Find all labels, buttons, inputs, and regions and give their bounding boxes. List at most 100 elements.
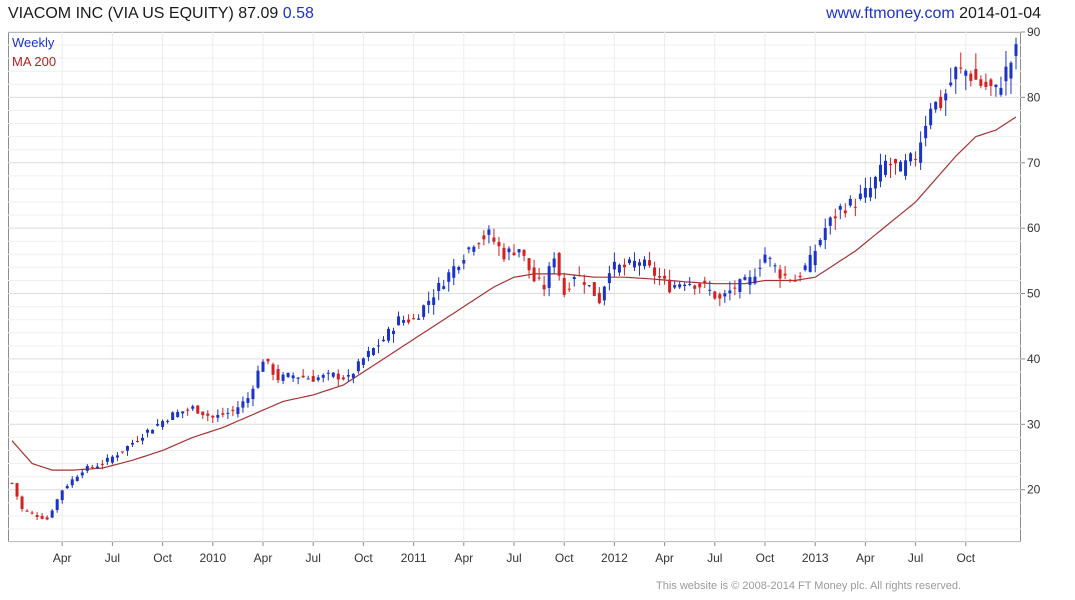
candle-body xyxy=(683,284,687,287)
legend-ma200: MA 200 xyxy=(12,54,57,69)
candle-body xyxy=(90,466,94,468)
candle-body xyxy=(768,257,772,259)
candle-body xyxy=(351,373,355,378)
x-tick-label: Apr xyxy=(856,551,875,565)
candle-body xyxy=(939,96,943,109)
candle-body xyxy=(201,411,205,416)
candle-body xyxy=(557,252,561,276)
candle-body xyxy=(341,377,345,380)
candle-body xyxy=(261,361,265,372)
x-tick-label: Apr xyxy=(655,551,674,565)
candle-body xyxy=(693,285,697,289)
candle-body xyxy=(497,241,501,247)
candle-body xyxy=(457,266,461,271)
candle-body xyxy=(45,517,49,520)
candle-body xyxy=(376,345,380,347)
candle-body xyxy=(422,305,426,317)
candle-body xyxy=(984,81,988,87)
candle-body xyxy=(828,217,832,226)
candle-body xyxy=(964,70,968,76)
candle-body xyxy=(512,252,516,256)
candle-body xyxy=(371,348,375,355)
candle-body xyxy=(397,316,401,326)
candle-body xyxy=(673,285,677,288)
candle-body xyxy=(833,216,837,219)
candle-body xyxy=(517,249,521,253)
candle-body xyxy=(361,358,365,365)
candle-body xyxy=(276,369,280,381)
candle-body xyxy=(231,409,235,411)
candle-body xyxy=(954,67,958,80)
candle-body xyxy=(743,277,747,280)
candle-body xyxy=(713,291,717,299)
candle-body xyxy=(527,258,531,271)
price-chart: 20 30 40 50 60 70 80 90 Apr Jul Oct 2010 Apr Jul Oct 20… xyxy=(8,25,1041,565)
candle-body xyxy=(80,472,84,476)
candle-body xyxy=(643,259,647,267)
candle-body xyxy=(803,265,807,270)
x-tick-label: Jul xyxy=(306,551,321,565)
y-tick-label: 40 xyxy=(1027,352,1041,366)
candle-body xyxy=(40,516,44,519)
candle-body xyxy=(412,318,416,320)
candle-body xyxy=(929,108,933,126)
candle-body xyxy=(999,87,1003,95)
candle-body xyxy=(442,286,446,289)
candle-body xyxy=(788,279,792,281)
candle-body xyxy=(462,259,466,264)
candle-body xyxy=(346,374,350,377)
x-tick-label: Jul xyxy=(707,551,722,565)
candle-body xyxy=(522,249,526,256)
candle-body xyxy=(120,451,124,453)
x-tick-label: Apr xyxy=(53,551,72,565)
candle-body xyxy=(537,277,541,279)
candle-body xyxy=(482,235,486,240)
candle-body xyxy=(477,243,481,245)
candle-body xyxy=(894,159,898,164)
y-tick-label: 20 xyxy=(1027,483,1041,497)
candle-body xyxy=(311,376,315,382)
candle-body xyxy=(156,424,160,426)
candle-body xyxy=(648,260,652,266)
candle-body xyxy=(20,496,24,509)
candle-body xyxy=(848,198,852,206)
candle-body xyxy=(381,339,385,342)
candle-body xyxy=(763,254,767,263)
candle-body xyxy=(552,258,556,268)
candle-body xyxy=(30,512,34,514)
candle-body xyxy=(703,280,707,284)
candle-body xyxy=(50,510,54,518)
candle-body xyxy=(592,282,596,296)
candle-body xyxy=(627,259,631,264)
candle-body xyxy=(75,476,79,482)
candle-body xyxy=(688,283,692,285)
candle-body xyxy=(366,350,370,357)
x-tick-label: 2011 xyxy=(401,551,427,565)
candle-body xyxy=(306,378,310,380)
x-tick-label: Oct xyxy=(354,551,373,565)
candle-body xyxy=(733,287,737,289)
x-tick-label: Oct xyxy=(956,551,975,565)
candle-body xyxy=(823,228,827,241)
candle-body xyxy=(632,260,636,268)
candle-body xyxy=(738,279,742,292)
candle-body xyxy=(146,429,150,433)
candle-body xyxy=(125,446,129,451)
candle-body xyxy=(136,441,139,443)
candle-body xyxy=(934,101,938,110)
candle-body xyxy=(969,73,973,81)
candle-body xyxy=(432,297,436,305)
candle-body xyxy=(663,275,667,279)
candle-body xyxy=(266,358,270,362)
candle-body xyxy=(863,187,867,198)
candle-body xyxy=(813,250,817,266)
x-tick-label: 2013 xyxy=(802,551,829,565)
candle-body xyxy=(562,277,566,295)
candle-body xyxy=(587,285,591,287)
candle-body xyxy=(868,187,872,198)
candle-body xyxy=(838,205,842,210)
candle-body xyxy=(271,364,275,375)
candle-body xyxy=(161,421,165,427)
candle-body xyxy=(889,163,892,166)
candle-body xyxy=(959,67,963,69)
